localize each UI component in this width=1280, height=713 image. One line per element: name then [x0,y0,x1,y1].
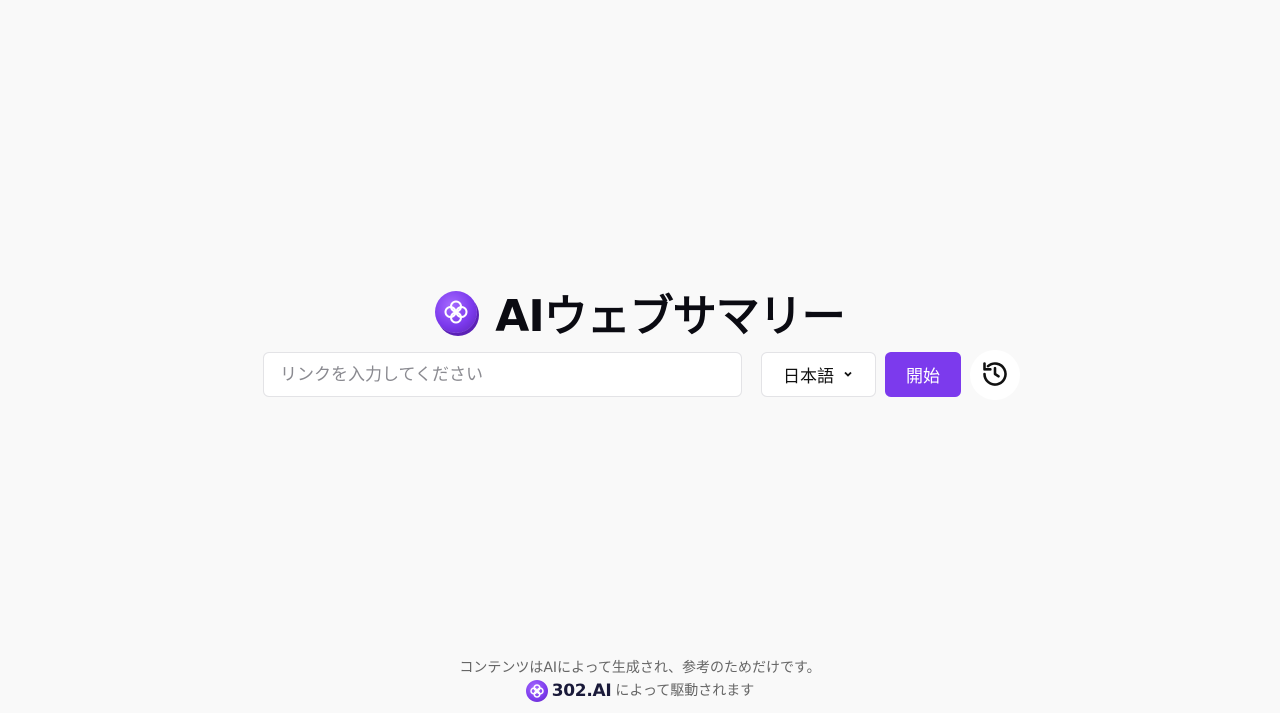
language-select-value: 日本語 [783,367,834,387]
footer: コンテンツはAIによって生成され、参考のためだけです。 302.AI によって駆… [0,658,1280,702]
page: AIウェブサマリー 日本語 開始 コンテンツはAIによって生成され、参考 [0,0,1280,713]
brand-link[interactable]: 302.AI [552,680,612,702]
history-button[interactable] [970,350,1020,400]
language-select[interactable]: 日本語 [761,352,876,397]
powered-by-text: によって駆動されます [615,683,755,699]
clover-logo-icon [435,291,478,333]
brand-logo-icon [525,680,548,702]
history-icon [981,360,1009,391]
start-button[interactable]: 開始 [885,352,961,397]
ai-disclaimer: コンテンツはAIによって生成され、参考のためだけです。 [459,660,821,676]
search-row: 日本語 開始 [0,350,1280,400]
page-title: AIウェブサマリー [495,291,845,342]
header: AIウェブサマリー [0,280,1280,344]
chevron-down-icon [842,365,854,385]
link-input[interactable] [263,352,742,397]
powered-by: 302.AI によって駆動されます [0,680,1280,702]
